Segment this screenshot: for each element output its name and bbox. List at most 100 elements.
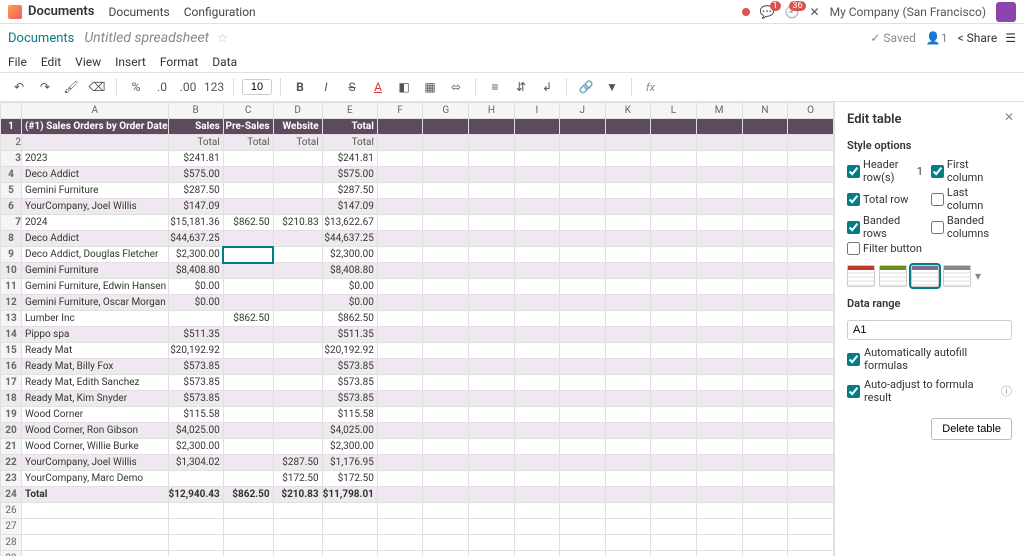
row-header[interactable]: 5 [1,183,22,199]
column-header-c[interactable]: C [223,103,273,119]
row-header[interactable]: 10 [1,263,22,279]
cell[interactable]: YourCompany, Joel Willis [22,199,168,215]
table-header-cell[interactable]: Sales [168,119,223,135]
shuffle-icon[interactable]: ✕ [810,5,820,19]
style-option[interactable]: Total row [847,186,923,212]
column-header-f[interactable]: F [377,103,423,119]
cell[interactable]: 2023 [22,151,168,167]
cell[interactable]: Gemini Furniture [22,183,168,199]
table-header-cell[interactable]: Pre-Sales [223,119,273,135]
row-header[interactable]: 18 [1,391,22,407]
table-subheader-cell[interactable]: Total [322,135,377,151]
cell[interactable]: $511.35 [322,327,377,343]
increase-decimal[interactable]: .00 [177,76,199,98]
cell[interactable]: $241.81 [168,151,223,167]
table-style-swatch[interactable] [879,265,907,287]
column-header-a[interactable]: A [22,103,168,119]
menu-data[interactable]: Data [212,55,237,69]
cell[interactable] [223,151,273,167]
table-subheader-cell[interactable]: Total [273,135,322,151]
style-option[interactable]: Header row(s) 1 [847,158,923,184]
cell[interactable]: Pippo spa [22,327,168,343]
select-all-corner[interactable] [1,103,22,119]
cell[interactable]: $573.85 [168,391,223,407]
data-range-input[interactable] [847,320,1012,340]
number-format[interactable]: 123 [203,76,225,98]
cell[interactable]: $862.50 [223,487,273,503]
link-icon[interactable]: 🔗 [575,76,597,98]
nav-documents[interactable]: Documents [108,5,169,19]
row-header[interactable]: 1 [1,119,22,135]
cell[interactable]: $44,637.25 [168,231,223,247]
filter-icon[interactable]: ▼ [601,76,623,98]
cell[interactable]: Deco Addict [22,231,168,247]
cell[interactable]: $210.83 [273,215,322,231]
cell[interactable]: Ready Mat, Edith Sanchez [22,375,168,391]
cell[interactable] [273,151,322,167]
menu-format[interactable]: Format [160,55,198,69]
column-header-d[interactable]: D [273,103,322,119]
row-header[interactable]: 21 [1,439,22,455]
cell[interactable]: Wood Corner, Willie Burke [22,439,168,455]
italic-icon[interactable]: I [315,76,337,98]
cell[interactable]: $573.85 [322,375,377,391]
cell[interactable]: $4,025.00 [168,423,223,439]
row-header[interactable]: 15 [1,343,22,359]
column-header-l[interactable]: L [651,103,697,119]
clear-format-icon[interactable]: ⌫ [86,76,108,98]
cell[interactable]: $862.50 [223,311,273,327]
close-panel-icon[interactable]: ✕ [1004,110,1014,124]
cell[interactable]: $172.50 [322,471,377,487]
column-header-b[interactable]: B [168,103,223,119]
row-header[interactable]: 7 [1,215,22,231]
menu-insert[interactable]: Insert [115,55,146,69]
row-header[interactable]: 23 [1,471,22,487]
paint-format-icon[interactable]: 🖌 [60,76,82,98]
row-header[interactable]: 17 [1,375,22,391]
cell[interactable]: Total [22,487,168,503]
cell[interactable]: $573.85 [322,359,377,375]
cell[interactable]: $573.85 [168,375,223,391]
cell[interactable]: $2,300.00 [322,439,377,455]
text-color-icon[interactable]: A [367,76,389,98]
cell[interactable] [223,359,273,375]
cell[interactable] [273,247,322,263]
cell[interactable]: 2024 [22,215,168,231]
cell[interactable]: Lumber Inc [22,311,168,327]
column-header-o[interactable]: O [788,103,834,119]
cell[interactable]: $575.00 [168,167,223,183]
merge-icon[interactable]: ⬄ [445,76,467,98]
cell[interactable] [273,279,322,295]
row-header[interactable]: 20 [1,423,22,439]
cell[interactable]: Ready Mat, Billy Fox [22,359,168,375]
cell[interactable]: $2,300.00 [168,247,223,263]
cell[interactable]: $11,798.01 [322,487,377,503]
style-option[interactable]: Banded columns [931,214,1007,240]
row-header[interactable]: 11 [1,279,22,295]
row-header[interactable]: 16 [1,359,22,375]
cell[interactable] [273,423,322,439]
cell[interactable] [223,423,273,439]
cell[interactable]: $0.00 [168,279,223,295]
cell[interactable] [223,183,273,199]
cell[interactable] [223,199,273,215]
row-header[interactable]: 26 [1,503,22,519]
style-option[interactable]: First column [931,158,1007,184]
row-header[interactable]: 28 [1,535,22,551]
style-option[interactable]: Last column [931,186,1007,212]
cell[interactable]: Ready Mat, Kim Snyder [22,391,168,407]
row-header[interactable]: 22 [1,455,22,471]
table-header-cell[interactable]: Website [273,119,322,135]
cell[interactable]: $0.00 [168,295,223,311]
row-header[interactable]: 24 [1,487,22,503]
activity-icon[interactable]: 🕘36 [785,5,800,19]
cell[interactable] [273,359,322,375]
autofill-checkbox[interactable]: Automatically autofill formulas [847,346,1012,372]
info-icon[interactable]: ⓘ [1001,383,1012,399]
cell[interactable]: Gemini Furniture [22,263,168,279]
cell[interactable]: $115.58 [322,407,377,423]
menu-file[interactable]: File [8,55,27,69]
favorite-star-icon[interactable]: ☆ [217,31,228,45]
settings-icon[interactable]: ☰ [1005,31,1016,45]
halign-icon[interactable]: ≡ [484,76,506,98]
